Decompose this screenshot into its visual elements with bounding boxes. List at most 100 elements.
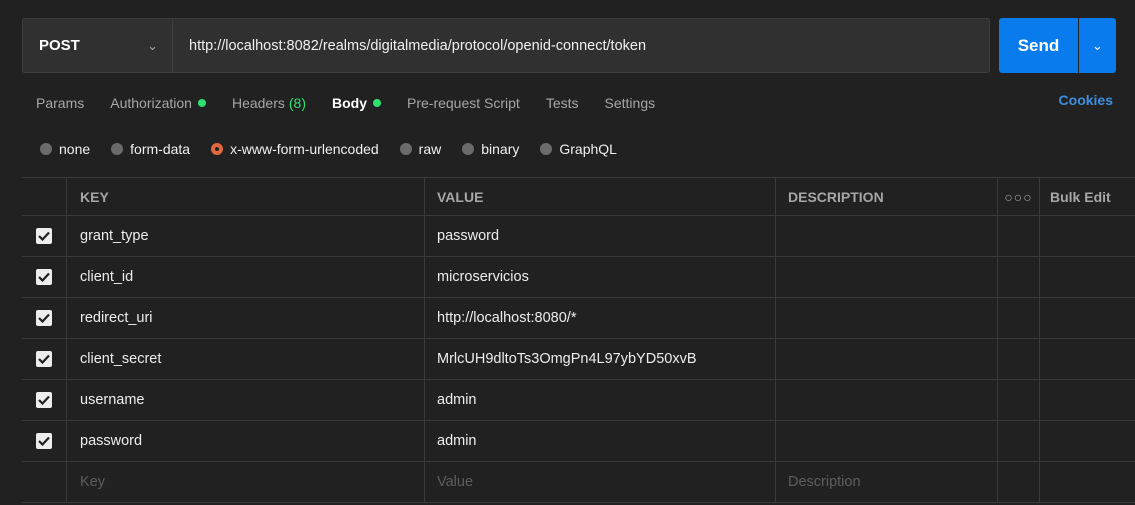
radio-graphql[interactable]: GraphQL	[540, 141, 617, 157]
radio-raw[interactable]: raw	[399, 141, 441, 157]
row-spacer	[998, 421, 1040, 461]
row-spacer	[1040, 216, 1135, 256]
send-options-button[interactable]: ⌄	[1079, 18, 1116, 73]
cookies-link[interactable]: Cookies	[1059, 92, 1113, 108]
radio-icon	[399, 143, 412, 155]
value-cell[interactable]: http://localhost:8080/*	[425, 298, 776, 338]
headers-count: (8)	[288, 95, 306, 111]
new-key-input[interactable]: Key	[67, 462, 425, 502]
key-cell[interactable]: redirect_uri	[67, 298, 425, 338]
table-row-new: Key Value Description	[22, 462, 1135, 503]
table-row: username admin	[22, 380, 1135, 421]
table-row: client_id microservicios	[22, 257, 1135, 298]
new-value-input[interactable]: Value	[425, 462, 776, 502]
tab-params[interactable]: Params	[36, 95, 84, 111]
radio-label: GraphQL	[559, 141, 617, 157]
key-cell[interactable]: client_secret	[67, 339, 425, 379]
radio-label: binary	[481, 141, 520, 157]
checkbox-checked-icon[interactable]	[36, 228, 52, 244]
request-url-bar: POST ⌄ http://localhost:8082/realms/digi…	[22, 18, 1127, 73]
value-cell[interactable]: microservicios	[425, 257, 776, 297]
header-check-cell	[22, 178, 67, 215]
tab-label: Body	[332, 95, 367, 111]
tab-label: Params	[36, 95, 85, 111]
radio-icon	[111, 143, 124, 155]
key-cell[interactable]: password	[67, 421, 425, 461]
checkbox-checked-icon[interactable]	[36, 310, 52, 326]
active-indicator-dot	[373, 99, 381, 107]
value-cell[interactable]: MrlcUH9dltoTs3OmgPn4L97ybYD50xvB	[425, 339, 776, 379]
row-check-cell	[22, 462, 67, 502]
checkbox-checked-icon[interactable]	[36, 351, 52, 367]
tab-authorization[interactable]: Authorization	[110, 95, 206, 111]
key-cell[interactable]: grant_type	[67, 216, 425, 256]
row-spacer	[998, 257, 1040, 297]
radio-form-data[interactable]: form-data	[111, 141, 190, 157]
chevron-down-icon: ⌄	[147, 37, 158, 53]
row-check-cell	[22, 380, 67, 420]
row-spacer	[1040, 339, 1135, 379]
tab-pre-request-script[interactable]: Pre-request Script	[407, 95, 520, 111]
params-table: KEY VALUE DESCRIPTION ○○○ Bulk Edit gran…	[22, 177, 1135, 503]
send-button[interactable]: Send	[999, 18, 1078, 73]
url-input[interactable]: http://localhost:8082/realms/digitalmedi…	[172, 18, 990, 73]
tab-settings[interactable]: Settings	[605, 95, 656, 111]
table-row: redirect_uri http://localhost:8080/*	[22, 298, 1135, 339]
tab-label: Headers	[231, 95, 285, 111]
header-description: DESCRIPTION	[776, 178, 998, 215]
checkbox-checked-icon[interactable]	[36, 392, 52, 408]
checkbox-checked-icon[interactable]	[36, 269, 52, 285]
table-row: password admin	[22, 421, 1135, 462]
row-check-cell	[22, 257, 67, 297]
key-cell[interactable]: client_id	[67, 257, 425, 297]
description-cell[interactable]	[776, 339, 998, 379]
radio-selected-icon	[211, 143, 224, 155]
row-check-cell	[22, 339, 67, 379]
value-cell[interactable]: password	[425, 216, 776, 256]
radio-label: x-www-form-urlencoded	[230, 141, 379, 157]
tab-headers[interactable]: Headers (8)	[232, 95, 306, 111]
value-cell[interactable]: admin	[425, 380, 776, 420]
request-tabs: Params Authorization Headers (8) Body Pr…	[36, 92, 1135, 114]
radio-x-www-form-urlencoded[interactable]: x-www-form-urlencoded	[211, 141, 379, 157]
radio-label: none	[59, 141, 91, 157]
method-select[interactable]: POST ⌄	[22, 18, 172, 73]
url-text: http://localhost:8082/realms/digitalmedi…	[189, 37, 647, 54]
bulk-edit-button[interactable]: Bulk Edit	[1040, 178, 1135, 215]
radio-label: form-data	[130, 141, 191, 157]
value-cell[interactable]: admin	[425, 421, 776, 461]
row-spacer	[1040, 257, 1135, 297]
active-indicator-dot	[197, 99, 206, 107]
body-type-selector: none form-data x-www-form-urlencoded raw…	[40, 139, 638, 159]
tab-label: Settings	[604, 95, 656, 111]
radio-icon	[462, 143, 475, 155]
tab-label: Pre-request Script	[407, 95, 520, 111]
row-check-cell	[22, 421, 67, 461]
row-spacer	[1040, 380, 1135, 420]
method-label: POST	[39, 37, 80, 54]
description-cell[interactable]	[776, 421, 998, 461]
description-cell[interactable]	[776, 380, 998, 420]
radio-icon	[40, 143, 52, 155]
radio-binary[interactable]: binary	[462, 141, 519, 157]
tab-tests[interactable]: Tests	[546, 95, 579, 111]
table-header-row: KEY VALUE DESCRIPTION ○○○ Bulk Edit	[22, 178, 1135, 216]
table-row: grant_type password	[22, 216, 1135, 257]
checkbox-checked-icon[interactable]	[36, 433, 52, 449]
new-description-input[interactable]: Description	[776, 462, 998, 502]
tab-body[interactable]: Body	[332, 95, 381, 111]
row-spacer	[998, 462, 1040, 502]
description-cell[interactable]	[776, 257, 998, 297]
row-spacer	[1040, 462, 1135, 502]
row-spacer	[998, 380, 1040, 420]
row-spacer	[1040, 421, 1135, 461]
header-value: VALUE	[425, 178, 776, 215]
more-options-icon[interactable]: ○○○	[998, 178, 1040, 215]
description-cell[interactable]	[776, 216, 998, 256]
key-cell[interactable]: username	[67, 380, 425, 420]
description-cell[interactable]	[776, 298, 998, 338]
table-row: client_secret MrlcUH9dltoTs3OmgPn4L97ybY…	[22, 339, 1135, 380]
radio-none[interactable]: none	[40, 141, 90, 157]
row-check-cell	[22, 298, 67, 338]
row-spacer	[998, 216, 1040, 256]
